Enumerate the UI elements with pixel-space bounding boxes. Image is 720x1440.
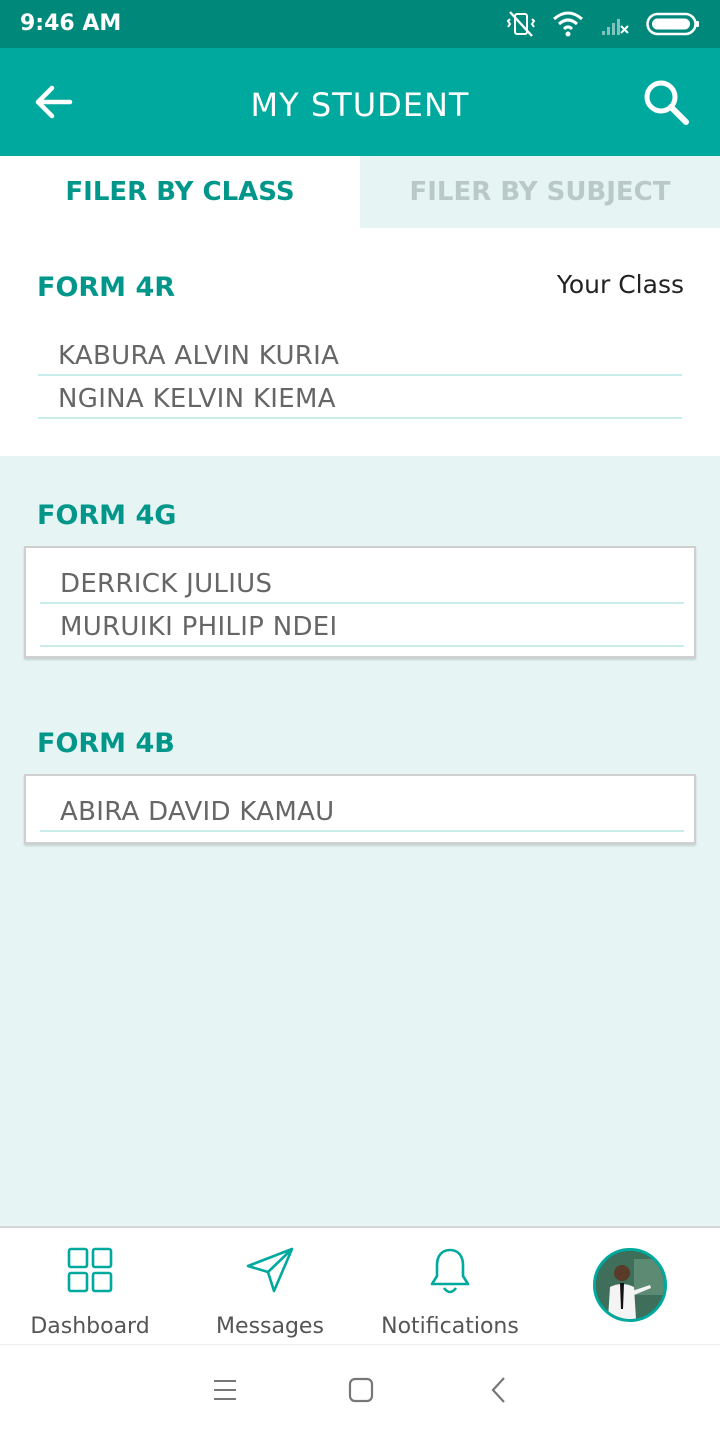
search-button[interactable] <box>640 76 692 128</box>
student-item[interactable]: DERRICK JULIUS <box>40 562 684 604</box>
bottom-nav: Dashboard Messages Notifications <box>0 1226 720 1344</box>
profile-avatar[interactable] <box>593 1248 667 1322</box>
back-chevron-icon[interactable] <box>488 1375 510 1405</box>
vibrate-off-icon <box>506 11 536 37</box>
student-name: ABIRA DAVID KAMAU <box>60 797 335 827</box>
student-name: DERRICK JULIUS <box>60 569 273 599</box>
page-title: MY STUDENT <box>250 86 470 124</box>
wifi-icon <box>553 11 583 37</box>
student-name: KABURA ALVIN KURIA <box>58 341 340 371</box>
student-item[interactable]: KABURA ALVIN KURIA <box>38 334 682 376</box>
battery-icon <box>646 12 699 36</box>
class-title: FORM 4G <box>37 500 177 531</box>
student-item[interactable]: MURUIKI PHILIP NDEI <box>40 605 684 647</box>
app-bar: MY STUDENT <box>0 48 720 156</box>
student-list-form-4b: ABIRA DAVID KAMAU <box>24 774 696 844</box>
search-icon <box>644 80 689 125</box>
status-icons <box>506 10 700 38</box>
tab-filter-by-subject[interactable]: FILER BY SUBJECT <box>360 156 720 228</box>
nav-messages[interactable]: Messages <box>180 1228 360 1346</box>
avatar-image <box>596 1251 664 1319</box>
student-list-form-4r: KABURA ALVIN KURIA NGINA KELVIN KIEMA <box>24 334 696 424</box>
menu-icon[interactable] <box>212 1375 238 1405</box>
student-item[interactable]: ABIRA DAVID KAMAU <box>40 790 684 832</box>
system-nav-bar <box>0 1344 720 1440</box>
bell-icon <box>430 1248 470 1294</box>
tab-filter-by-class[interactable]: FILER BY CLASS <box>0 156 360 228</box>
nav-label: Messages <box>216 1314 324 1339</box>
dashboard-grid-icon <box>67 1247 113 1293</box>
status-time: 9:46 AM <box>20 11 122 36</box>
home-square-icon[interactable] <box>347 1375 375 1405</box>
status-bar: 9:46 AM <box>0 0 720 48</box>
student-name: MURUIKI PHILIP NDEI <box>60 612 338 642</box>
filter-tabs: FILER BY CLASS FILER BY SUBJECT <box>0 156 720 228</box>
your-class-label: Your Class <box>556 270 684 299</box>
tab-label: FILER BY SUBJECT <box>409 177 671 207</box>
student-item[interactable]: NGINA KELVIN KIEMA <box>38 377 682 419</box>
nav-notifications[interactable]: Notifications <box>360 1228 540 1346</box>
class-title: FORM 4B <box>37 728 175 759</box>
student-name: NGINA KELVIN KIEMA <box>58 384 336 414</box>
student-list-form-4g: DERRICK JULIUS MURUIKI PHILIP NDEI <box>24 546 696 658</box>
nav-label: Dashboard <box>30 1314 150 1339</box>
nav-dashboard[interactable]: Dashboard <box>0 1228 180 1346</box>
signal-off-icon <box>602 19 629 35</box>
nav-label: Notifications <box>381 1314 519 1339</box>
class-title: FORM 4R <box>37 272 176 303</box>
send-icon <box>246 1247 294 1293</box>
tab-label: FILER BY CLASS <box>65 177 295 207</box>
